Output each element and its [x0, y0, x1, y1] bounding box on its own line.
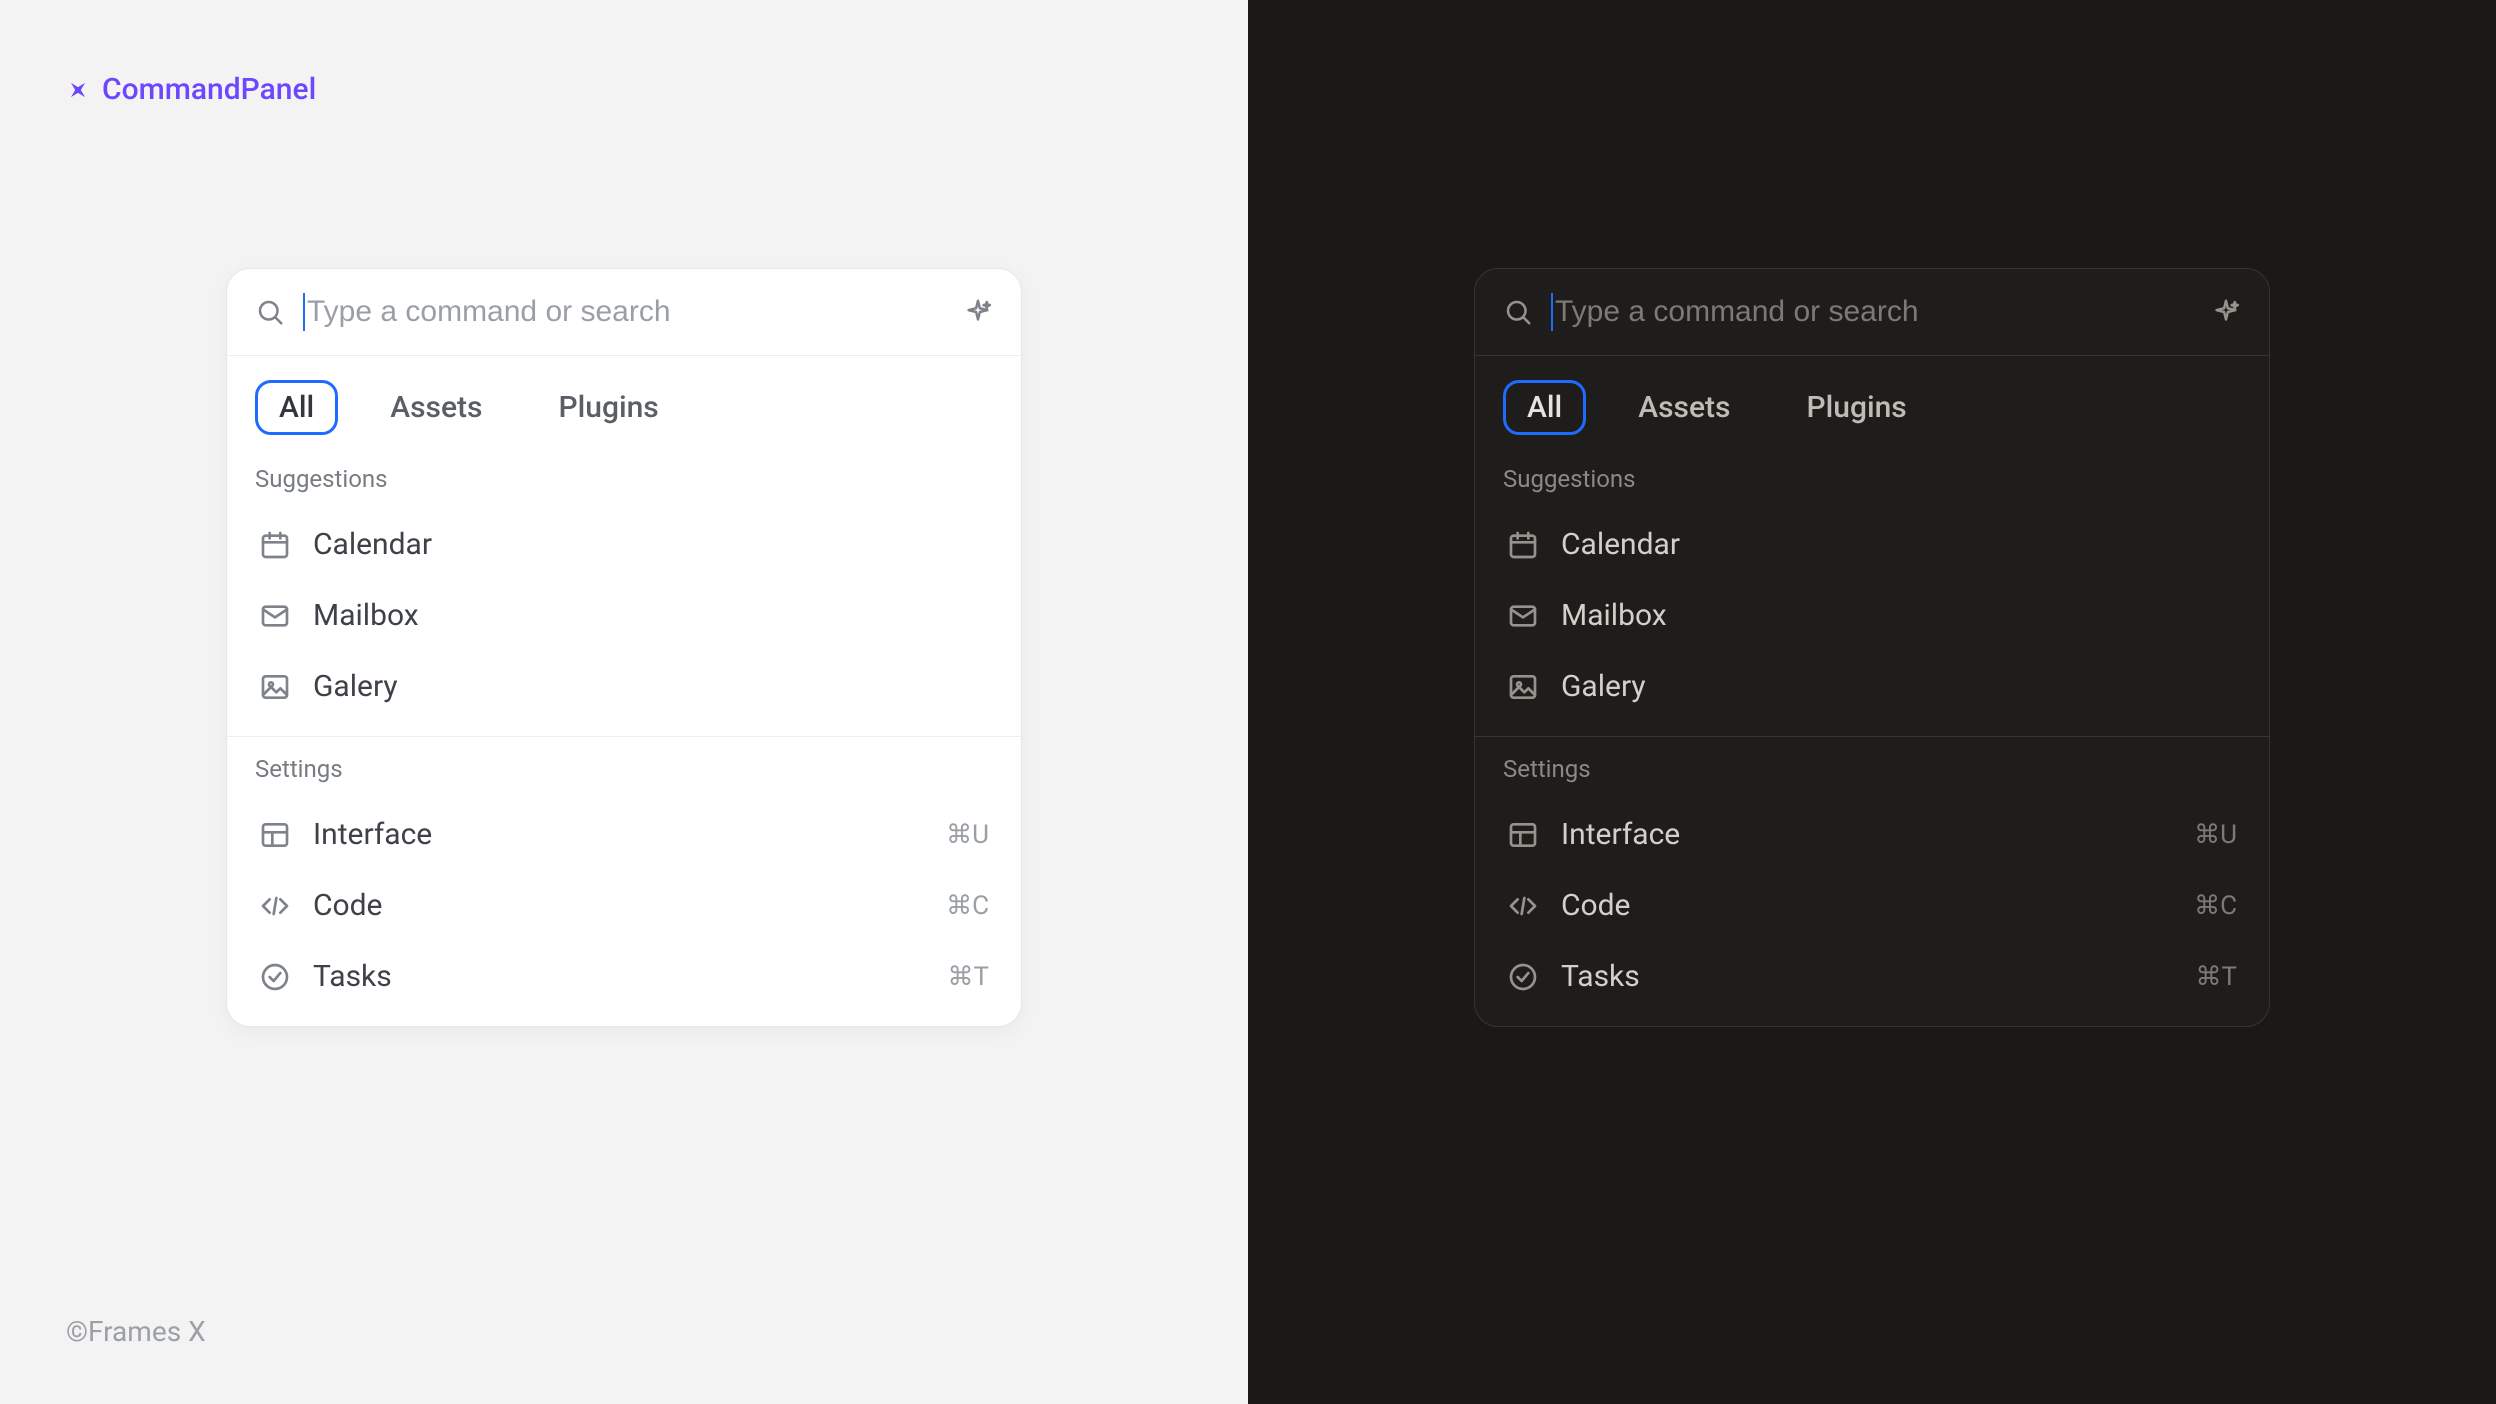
image-icon — [259, 671, 291, 703]
code-icon — [1507, 890, 1539, 922]
menu-item-label: Tasks — [1561, 959, 2173, 994]
check-icon — [1507, 961, 1539, 993]
menu-item-tasks[interactable]: Tasks ⌘T — [245, 941, 1003, 1012]
tabs-row: All Assets Plugins — [1475, 356, 2269, 447]
menu-item-mailbox[interactable]: Mailbox — [1493, 580, 2251, 651]
image-icon — [1507, 671, 1539, 703]
menu-item-label: Galery — [313, 669, 989, 704]
search-row — [227, 269, 1021, 356]
check-icon — [259, 961, 291, 993]
search-row — [1475, 269, 2269, 356]
menu-item-tasks[interactable]: Tasks ⌘T — [1493, 941, 2251, 1012]
mail-icon — [259, 600, 291, 632]
search-icon — [255, 297, 285, 327]
tabs-row: All Assets Plugins — [227, 356, 1021, 447]
command-panel-light: All Assets Plugins Suggestions Calendar … — [226, 268, 1022, 1027]
menu-item-label: Code — [313, 888, 924, 923]
menu-item-label: Mailbox — [313, 598, 989, 633]
search-input[interactable] — [303, 293, 945, 331]
menu-item-label: Interface — [313, 817, 924, 852]
menu-item-label: Interface — [1561, 817, 2172, 852]
menu-item-label: Calendar — [1561, 527, 2237, 562]
component-title: CommandPanel — [66, 72, 316, 107]
section-label-suggestions: Suggestions — [1475, 447, 2269, 503]
menu-item-code[interactable]: Code ⌘C — [245, 870, 1003, 941]
menu-item-label: Mailbox — [1561, 598, 2237, 633]
sparkle-icon — [66, 78, 90, 102]
menu-item-label: Tasks — [313, 959, 925, 994]
menu-item-label: Galery — [1561, 669, 2237, 704]
footer-credit: ©Frames X — [66, 1315, 206, 1348]
calendar-icon — [1507, 529, 1539, 561]
tab-all[interactable]: All — [255, 380, 338, 435]
shortcut: ⌘T — [2195, 962, 2237, 992]
tab-plugins[interactable]: Plugins — [534, 380, 682, 435]
layout-icon — [259, 819, 291, 851]
shortcut: ⌘U — [946, 820, 989, 850]
search-input[interactable] — [1551, 293, 2193, 331]
menu-item-code[interactable]: Code ⌘C — [1493, 870, 2251, 941]
code-icon — [259, 890, 291, 922]
section-label-settings: Settings — [1475, 737, 2269, 793]
section-label-settings: Settings — [227, 737, 1021, 793]
ai-sparkle-icon[interactable] — [2211, 297, 2241, 327]
menu-item-interface[interactable]: Interface ⌘U — [1493, 799, 2251, 870]
menu-item-mailbox[interactable]: Mailbox — [245, 580, 1003, 651]
tab-assets[interactable]: Assets — [366, 380, 506, 435]
menu-item-label: Code — [1561, 888, 2172, 923]
menu-item-interface[interactable]: Interface ⌘U — [245, 799, 1003, 870]
menu-item-galery[interactable]: Galery — [1493, 651, 2251, 722]
menu-item-calendar[interactable]: Calendar — [1493, 509, 2251, 580]
shortcut: ⌘C — [946, 891, 989, 921]
command-panel-dark: All Assets Plugins Suggestions Calendar … — [1474, 268, 2270, 1027]
tab-plugins[interactable]: Plugins — [1782, 380, 1930, 435]
calendar-icon — [259, 529, 291, 561]
menu-item-calendar[interactable]: Calendar — [245, 509, 1003, 580]
ai-sparkle-icon[interactable] — [963, 297, 993, 327]
mail-icon — [1507, 600, 1539, 632]
menu-item-galery[interactable]: Galery — [245, 651, 1003, 722]
shortcut: ⌘C — [2194, 891, 2237, 921]
shortcut: ⌘T — [947, 962, 989, 992]
tab-all[interactable]: All — [1503, 380, 1586, 435]
shortcut: ⌘U — [2194, 820, 2237, 850]
tab-assets[interactable]: Assets — [1614, 380, 1754, 435]
menu-item-label: Calendar — [313, 527, 989, 562]
layout-icon — [1507, 819, 1539, 851]
component-title-text: CommandPanel — [102, 72, 316, 107]
section-label-suggestions: Suggestions — [227, 447, 1021, 503]
search-icon — [1503, 297, 1533, 327]
